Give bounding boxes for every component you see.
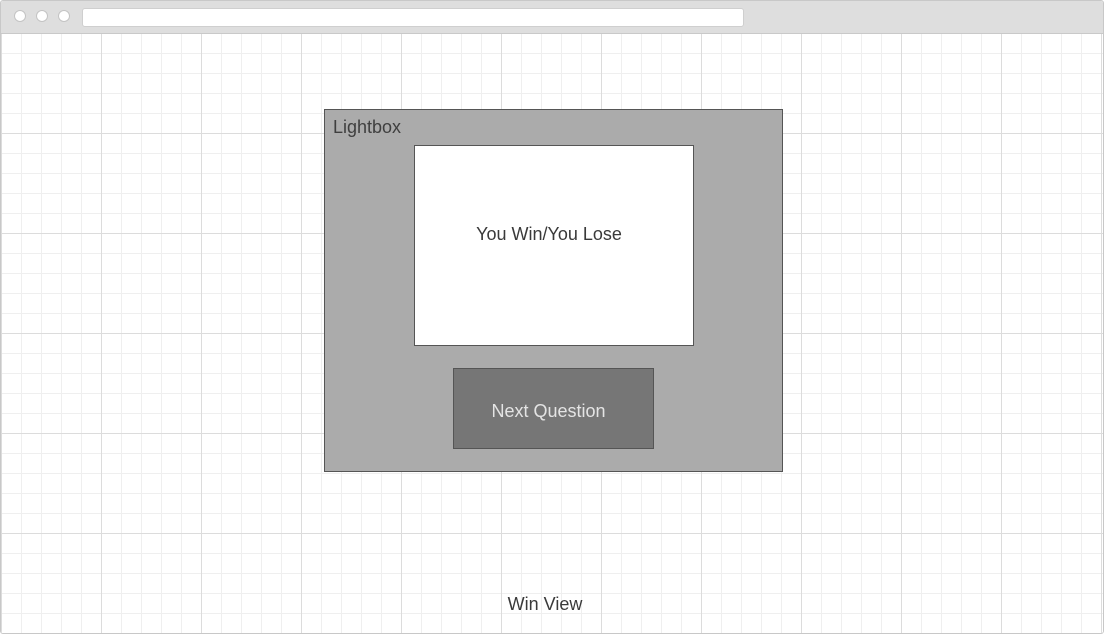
address-bar[interactable]	[82, 8, 744, 27]
browser-window: Lightbox You Win/You Lose Next Question …	[0, 0, 1104, 634]
lightbox-panel: Lightbox You Win/You Lose Next Question	[324, 109, 783, 472]
result-box: You Win/You Lose	[414, 145, 694, 346]
window-maximize-icon[interactable]	[58, 10, 70, 22]
browser-titlebar	[1, 1, 1103, 34]
next-question-label: Next Question	[491, 401, 606, 421]
window-close-icon[interactable]	[14, 10, 26, 22]
view-caption: Win View	[507, 594, 583, 614]
window-minimize-icon[interactable]	[36, 10, 48, 22]
lightbox-label: Lightbox	[333, 117, 402, 137]
result-text: You Win/You Lose	[476, 224, 622, 244]
next-question-button[interactable]: Next Question	[453, 368, 654, 449]
